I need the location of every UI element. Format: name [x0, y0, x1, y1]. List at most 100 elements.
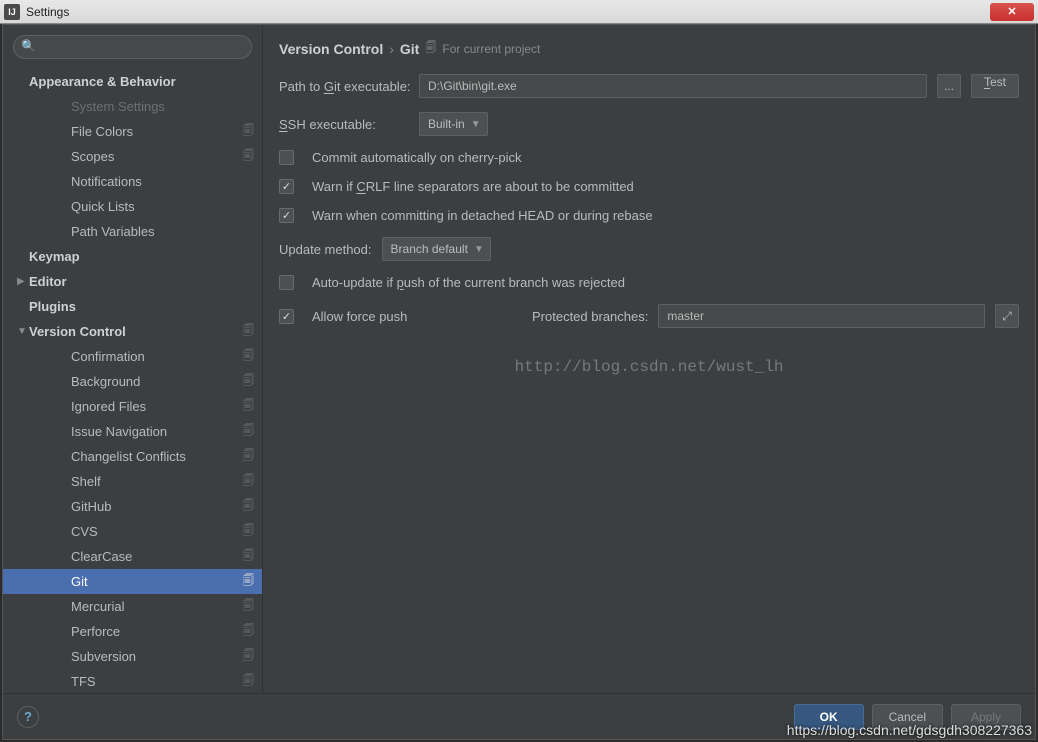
- tree-item-label: ClearCase: [71, 549, 239, 564]
- settings-window: 🔍 Appearance & BehaviorSystem SettingsFi…: [2, 24, 1036, 740]
- watermark: http://blog.csdn.net/wust_lh: [515, 358, 784, 376]
- search-input[interactable]: [13, 35, 252, 59]
- tree-item-github[interactable]: GitHub🗐: [3, 494, 262, 519]
- breadcrumb-root: Version Control: [279, 41, 383, 57]
- breadcrumb-scope: For current project: [442, 42, 540, 56]
- tree-item-confirmation[interactable]: Confirmation🗐: [3, 344, 262, 369]
- tree-item-version-control[interactable]: ▼Version Control 🗐: [3, 319, 262, 344]
- tree-item-label: Scopes: [71, 149, 239, 164]
- git-path-input[interactable]: [419, 74, 927, 98]
- project-scope-icon: 🗐: [243, 472, 254, 491]
- tree-item-label: Appearance & Behavior: [29, 74, 254, 89]
- update-method-label: Update method:: [279, 242, 372, 257]
- settings-tree[interactable]: Appearance & Behavior System Settings File…: [3, 67, 262, 693]
- detached-label: Warn when committing in detached HEAD or…: [312, 208, 653, 223]
- tree-item-label: Notifications: [71, 174, 254, 189]
- tree-item-label: Shelf: [71, 474, 239, 489]
- tree-item-shelf[interactable]: Shelf 🗐: [3, 469, 262, 494]
- app-icon: IJ: [4, 4, 20, 20]
- tree-item-ignored-files[interactable]: Ignored Files 🗐: [3, 394, 262, 419]
- project-scope-icon: 🗐: [243, 347, 254, 366]
- tree-item-label: Keymap: [29, 249, 254, 264]
- main-panel: Version Control › Git 🗐 For current proj…: [263, 25, 1035, 693]
- tree-item-background[interactable]: Background🗐: [3, 369, 262, 394]
- ssh-label: SSH executable:: [279, 117, 409, 132]
- tree-item-label: Perforce: [71, 624, 239, 639]
- path-label: Path to Git executable:: [279, 79, 409, 94]
- tree-item-path-variables[interactable]: Path Variables: [3, 219, 262, 244]
- tree-item-editor[interactable]: ▶Editor: [3, 269, 262, 294]
- tree-item-perforce[interactable]: Perforce 🗐: [3, 619, 262, 644]
- tree-item-quick-lists[interactable]: Quick Lists: [3, 194, 262, 219]
- update-method-select[interactable]: Branch default▼: [382, 237, 491, 261]
- project-scope-icon: 🗐: [243, 122, 254, 141]
- ok-button[interactable]: OK: [794, 704, 864, 730]
- project-scope-icon: 🗐: [243, 397, 254, 416]
- project-scope-icon: 🗐: [243, 372, 254, 391]
- expand-arrow-icon: ▼: [17, 326, 29, 337]
- dialog-button-bar: ? OK Cancel Apply: [3, 693, 1035, 739]
- protected-branches-input[interactable]: [658, 304, 985, 328]
- help-button[interactable]: ?: [17, 706, 39, 728]
- tree-item-scopes[interactable]: Scopes 🗐: [3, 144, 262, 169]
- tree-item-label: Subversion: [71, 649, 239, 664]
- tree-item-label: File Colors: [71, 124, 239, 139]
- project-scope-icon: 🗐: [243, 572, 254, 591]
- crlf-label: Warn if CRLF line separators are about t…: [312, 179, 634, 194]
- tree-item-subversion[interactable]: Subversion🗐: [3, 644, 262, 669]
- browse-button[interactable]: ...: [937, 74, 961, 98]
- tree-item-label: Version Control: [29, 324, 239, 339]
- project-scope-icon: 🗐: [243, 422, 254, 441]
- project-scope-icon: 🗐: [243, 147, 254, 166]
- cancel-button[interactable]: Cancel: [872, 704, 943, 730]
- crlf-checkbox[interactable]: [279, 179, 294, 194]
- project-scope-icon: 🗐: [243, 322, 254, 341]
- project-scope-icon: 🗐: [243, 597, 254, 616]
- tree-item-git[interactable]: Git🗐: [3, 569, 262, 594]
- titlebar: IJ Settings ✕: [0, 0, 1038, 24]
- tree-item-issue-navigation[interactable]: Issue Navigation🗐: [3, 419, 262, 444]
- detached-checkbox[interactable]: [279, 208, 294, 223]
- tree-item-system-settings[interactable]: System Settings: [3, 94, 262, 119]
- tree-item-label: System Settings: [71, 99, 254, 114]
- force-push-label: Allow force push: [312, 309, 522, 324]
- expand-branches-button[interactable]: ⤢: [995, 304, 1019, 328]
- tree-item-mercurial[interactable]: Mercurial 🗐: [3, 594, 262, 619]
- tree-item-plugins[interactable]: Plugins: [3, 294, 262, 319]
- protected-branches-label: Protected branches:: [532, 309, 648, 324]
- test-button[interactable]: Test: [971, 74, 1019, 98]
- tree-item-label: Editor: [29, 274, 254, 289]
- project-scope-icon: 🗐: [243, 447, 254, 466]
- tree-item-label: Plugins: [29, 299, 254, 314]
- apply-button[interactable]: Apply: [951, 704, 1021, 730]
- tree-item-file-colors[interactable]: File Colors 🗐: [3, 119, 262, 144]
- tree-item-label: Changelist Conflicts: [71, 449, 239, 464]
- chevron-down-icon: ▼: [471, 119, 481, 130]
- tree-item-label: CVS: [71, 524, 239, 539]
- tree-item-label: Quick Lists: [71, 199, 254, 214]
- chevron-down-icon: ▼: [474, 244, 484, 255]
- cherry-pick-label: Commit automatically on cherry-pick: [312, 150, 522, 165]
- close-button[interactable]: ✕: [990, 3, 1034, 21]
- tree-item-appearance-behavior[interactable]: Appearance & Behavior: [3, 69, 262, 94]
- ssh-select[interactable]: Built-in▼: [419, 112, 488, 136]
- tree-item-tfs[interactable]: TFS🗐: [3, 669, 262, 693]
- tree-item-keymap[interactable]: Keymap: [3, 244, 262, 269]
- tree-item-clearcase[interactable]: ClearCase 🗐: [3, 544, 262, 569]
- project-scope-icon: 🗐: [243, 547, 254, 566]
- tree-item-changelist-conflicts[interactable]: Changelist Conflicts 🗐: [3, 444, 262, 469]
- sidebar: 🔍 Appearance & BehaviorSystem SettingsFi…: [3, 25, 263, 693]
- project-scope-icon: 🗐: [243, 672, 254, 691]
- tree-item-notifications[interactable]: Notifications: [3, 169, 262, 194]
- tree-item-cvs[interactable]: CVS🗐: [3, 519, 262, 544]
- cherry-pick-checkbox[interactable]: [279, 150, 294, 165]
- tree-item-label: GitHub: [71, 499, 239, 514]
- auto-update-checkbox[interactable]: [279, 275, 294, 290]
- tree-item-label: Mercurial: [71, 599, 239, 614]
- breadcrumb-leaf: Git: [400, 41, 419, 57]
- project-scope-icon: 🗐: [243, 622, 254, 641]
- scope-icon: 🗐: [425, 39, 436, 58]
- tree-item-label: Ignored Files: [71, 399, 239, 414]
- auto-update-label: Auto-update if push of the current branc…: [312, 275, 625, 290]
- force-push-checkbox[interactable]: [279, 309, 294, 324]
